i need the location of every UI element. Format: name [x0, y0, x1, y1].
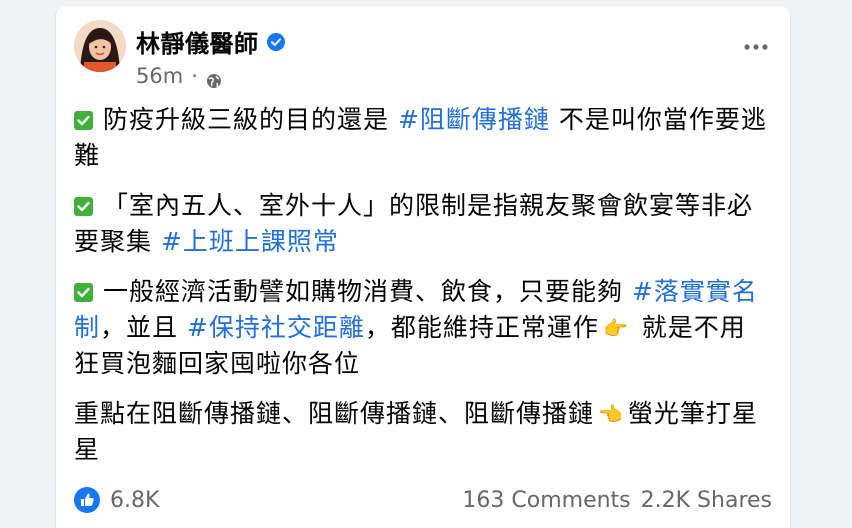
more-options-icon — [744, 44, 768, 50]
post-card: 林靜儀醫師 56m · 防疫升級三級的目的還是 #阻斷傳播鏈 不是叫你當作要逃難… — [56, 6, 790, 528]
check-mark-button-icon — [74, 276, 93, 302]
more-options-button[interactable] — [736, 32, 776, 62]
post-footer: 6.8K 163 Comments 2.2K Shares — [74, 480, 772, 520]
paragraph-3: 一般經濟活動譬如購物消費、飲食，只要能夠 #落實實名制，並且 #保持社交距離，都… — [74, 274, 768, 382]
paragraph-text: ，並且 — [100, 313, 187, 342]
hashtag-link[interactable]: #阻斷傳播鏈 — [398, 105, 550, 134]
author-row: 林靜儀醫師 — [136, 24, 285, 59]
post-body: 防疫升級三級的目的還是 #阻斷傳播鏈 不是叫你當作要逃難 「室內五人、室外十人」… — [74, 102, 768, 482]
paragraph-2: 「室內五人、室外十人」的限制是指親友聚會飲宴等非必要聚集 #上班上課照常 — [74, 188, 768, 260]
avatar-image — [74, 20, 126, 72]
paragraph-1: 防疫升級三級的目的還是 #阻斷傳播鏈 不是叫你當作要逃難 — [74, 102, 768, 174]
reactions-summary[interactable]: 6.8K — [74, 487, 159, 513]
pointing-right-emoji: 👉 — [602, 316, 629, 340]
paragraph-text: 重點在阻斷傳播鏈、阻斷傳播鏈、阻斷傳播鏈 — [74, 399, 595, 428]
meta-separator: · — [191, 64, 198, 88]
author-name[interactable]: 林靜儀醫師 — [136, 24, 259, 59]
shares-count-link[interactable]: 2.2K Shares — [641, 488, 772, 513]
paragraph-text: ，都能維持正常運作 — [364, 313, 599, 342]
paragraph-text: 防疫升級三級的目的還是 — [103, 105, 398, 134]
hashtag-link[interactable]: #保持社交距離 — [187, 313, 365, 342]
comments-count-link[interactable]: 163 Comments — [462, 488, 630, 513]
hashtag-link[interactable]: #上班上課照常 — [161, 227, 339, 256]
author-avatar[interactable] — [74, 20, 126, 72]
engagement-counts: 163 Comments 2.2K Shares — [462, 488, 772, 513]
reactions-count: 6.8K — [110, 487, 160, 513]
paragraph-4: 重點在阻斷傳播鏈、阻斷傳播鏈、阻斷傳播鏈 👈 螢光筆打星星 — [74, 396, 768, 468]
globe-icon[interactable] — [206, 70, 222, 88]
pointing-left-emoji: 👈 — [598, 402, 624, 426]
like-reaction-icon — [74, 487, 100, 513]
verified-badge-icon — [266, 32, 285, 51]
post-meta: 56m · — [136, 64, 222, 88]
post-timestamp[interactable]: 56m — [136, 64, 183, 88]
check-mark-button-icon — [74, 190, 93, 216]
paragraph-text: 一般經濟活動譬如購物消費、飲食，只要能夠 — [103, 277, 632, 306]
check-mark-button-icon — [74, 104, 93, 130]
post-header: 林靜儀醫師 56m · — [74, 20, 772, 94]
